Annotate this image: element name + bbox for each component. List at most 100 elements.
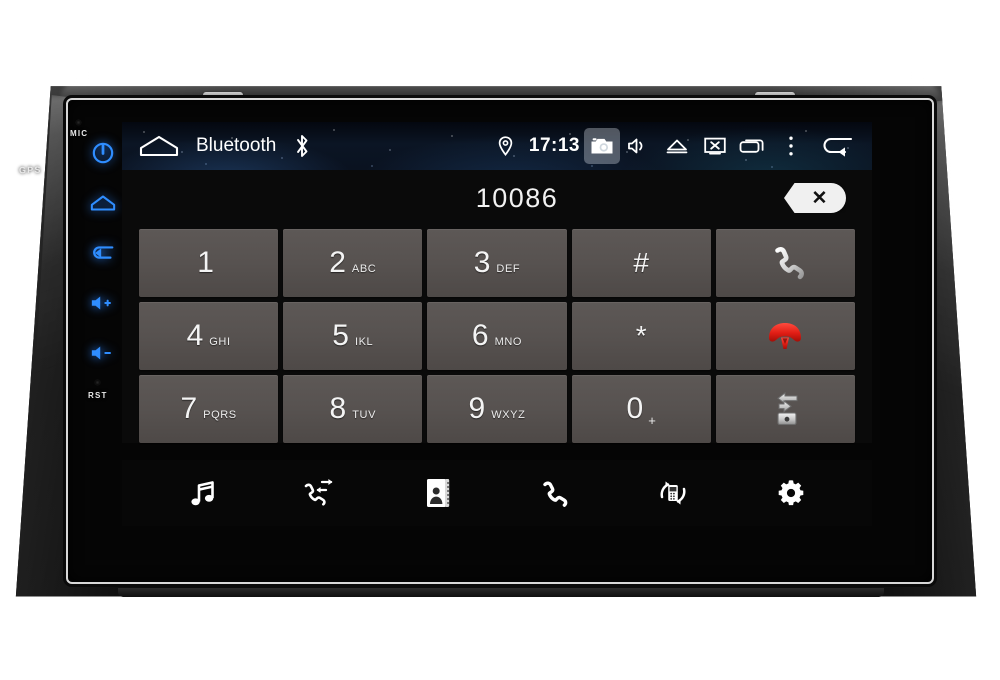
status-home-button[interactable] xyxy=(136,135,182,157)
reset-label: RST xyxy=(88,391,108,400)
key-digit: 6 xyxy=(471,319,489,352)
bluetooth-icon xyxy=(292,133,312,159)
phone-icon xyxy=(540,477,572,509)
key-digit: 1 xyxy=(197,246,214,279)
key-letters: MNO xyxy=(494,336,523,348)
tab-settings[interactable] xyxy=(765,469,817,517)
overflow-menu-button[interactable] xyxy=(772,126,810,166)
camera-icon xyxy=(590,136,614,156)
phone-hangup-icon xyxy=(763,319,807,353)
dialed-number: 10086 xyxy=(475,182,559,213)
recent-apps-button[interactable] xyxy=(734,126,772,166)
camera-button[interactable] xyxy=(584,128,620,164)
key-letters: IKL xyxy=(354,336,374,348)
dialpad-grid: 1 2 ABC 3 DEF # 4 GHI 5 IKL 6 MNO * 7 PQ… xyxy=(122,226,872,443)
backspace-button[interactable]: ✕ xyxy=(784,183,846,213)
volume-up-button[interactable] xyxy=(88,288,118,318)
home-outline-icon xyxy=(139,135,179,157)
volume-up-icon xyxy=(90,294,116,312)
key-digit: 5 xyxy=(332,319,349,352)
home-icon xyxy=(90,194,116,212)
bluetooth-status-button[interactable] xyxy=(292,133,312,159)
key-letters: + xyxy=(648,413,656,428)
key-3[interactable]: 3 DEF xyxy=(427,229,567,297)
status-bar: Bluetooth 17:13 xyxy=(122,122,872,170)
key-letters: TUV xyxy=(352,409,377,421)
microphone-pinhole xyxy=(76,120,81,125)
close-icon: ✕ xyxy=(811,187,828,209)
audio-transfer-button[interactable] xyxy=(715,375,855,443)
power-icon xyxy=(92,142,114,164)
bottom-toolbar xyxy=(122,460,872,526)
key-letters: WXYZ xyxy=(491,409,526,421)
key-5[interactable]: 5 IKL xyxy=(283,302,423,370)
key-7[interactable]: 7 PQRS xyxy=(139,375,279,443)
phone-call-icon xyxy=(765,243,805,283)
key-6[interactable]: 6 MNO xyxy=(427,302,567,370)
gear-icon xyxy=(776,478,806,508)
tab-contacts[interactable] xyxy=(412,469,464,517)
key-2[interactable]: 2 ABC xyxy=(283,229,423,297)
key-letters: ABC xyxy=(351,263,377,275)
key-digit: 8 xyxy=(329,392,347,425)
key-digit: 0 xyxy=(626,392,644,425)
mic-label: MIC xyxy=(70,129,89,138)
eject-icon xyxy=(665,137,689,155)
location-status-button[interactable] xyxy=(487,126,525,166)
call-button[interactable] xyxy=(715,229,855,297)
tab-sync-phonebook[interactable] xyxy=(647,469,699,517)
screenshot-root: GPS MIC RST Bluetooth 17:13 10086 ✕ 1 2 … xyxy=(0,0,1000,680)
audio-transfer-icon xyxy=(765,389,805,429)
hangup-button[interactable] xyxy=(715,302,855,370)
key-0[interactable]: 0 + xyxy=(571,375,711,443)
hardware-key-column xyxy=(80,138,126,368)
bottom-lip xyxy=(118,588,884,597)
location-pin-icon xyxy=(498,136,513,156)
key-digit: 7 xyxy=(180,392,198,425)
status-back-button[interactable] xyxy=(810,126,862,166)
back-button[interactable] xyxy=(88,238,118,268)
music-note-icon xyxy=(187,477,219,509)
status-icon-tray: 17:13 xyxy=(487,126,862,166)
eject-button[interactable] xyxy=(658,126,696,166)
key-symbol: # xyxy=(633,247,649,278)
recent-apps-icon xyxy=(739,137,767,155)
key-symbol: * xyxy=(635,320,647,351)
back-icon xyxy=(90,244,116,262)
key-star[interactable]: * xyxy=(571,302,711,370)
mute-speaker-button[interactable] xyxy=(620,126,658,166)
tab-call-log[interactable] xyxy=(294,469,346,517)
page-title: Bluetooth xyxy=(196,135,277,156)
clock: 17:13 xyxy=(528,135,580,156)
contacts-book-icon xyxy=(424,477,452,509)
overflow-menu-icon xyxy=(787,135,795,157)
key-digit: 3 xyxy=(473,246,491,279)
touchscreen[interactable]: Bluetooth 17:13 10086 ✕ 1 2 ABC 3 DEF # … xyxy=(122,122,872,526)
reset-pinhole[interactable] xyxy=(95,380,100,385)
key-letters: GHI xyxy=(209,336,231,348)
key-digit: 4 xyxy=(186,319,204,352)
power-button[interactable] xyxy=(88,138,118,168)
key-9[interactable]: 9 WXYZ xyxy=(427,375,567,443)
screen-off-icon xyxy=(703,136,727,156)
key-hash[interactable]: # xyxy=(571,229,711,297)
call-log-icon xyxy=(302,477,338,509)
back-arrow-icon xyxy=(818,135,854,157)
key-letters: DEF xyxy=(496,263,521,275)
screen-off-button[interactable] xyxy=(696,126,734,166)
number-display-row: 10086 ✕ xyxy=(122,170,872,226)
key-4[interactable]: 4 GHI xyxy=(139,302,279,370)
key-digit: 2 xyxy=(329,246,346,279)
key-1[interactable]: 1 xyxy=(139,229,279,297)
volume-down-button[interactable] xyxy=(88,338,118,368)
sync-phone-icon xyxy=(655,477,691,509)
volume-down-icon xyxy=(90,344,116,362)
mute-speaker-icon xyxy=(627,136,651,156)
key-letters: PQRS xyxy=(203,409,237,421)
home-button[interactable] xyxy=(88,188,118,218)
tab-bluetooth-music[interactable] xyxy=(177,469,229,517)
tab-dialpad[interactable] xyxy=(530,469,582,517)
gps-label: GPS xyxy=(18,164,42,176)
key-8[interactable]: 8 TUV xyxy=(283,375,423,443)
key-digit: 9 xyxy=(468,392,486,425)
